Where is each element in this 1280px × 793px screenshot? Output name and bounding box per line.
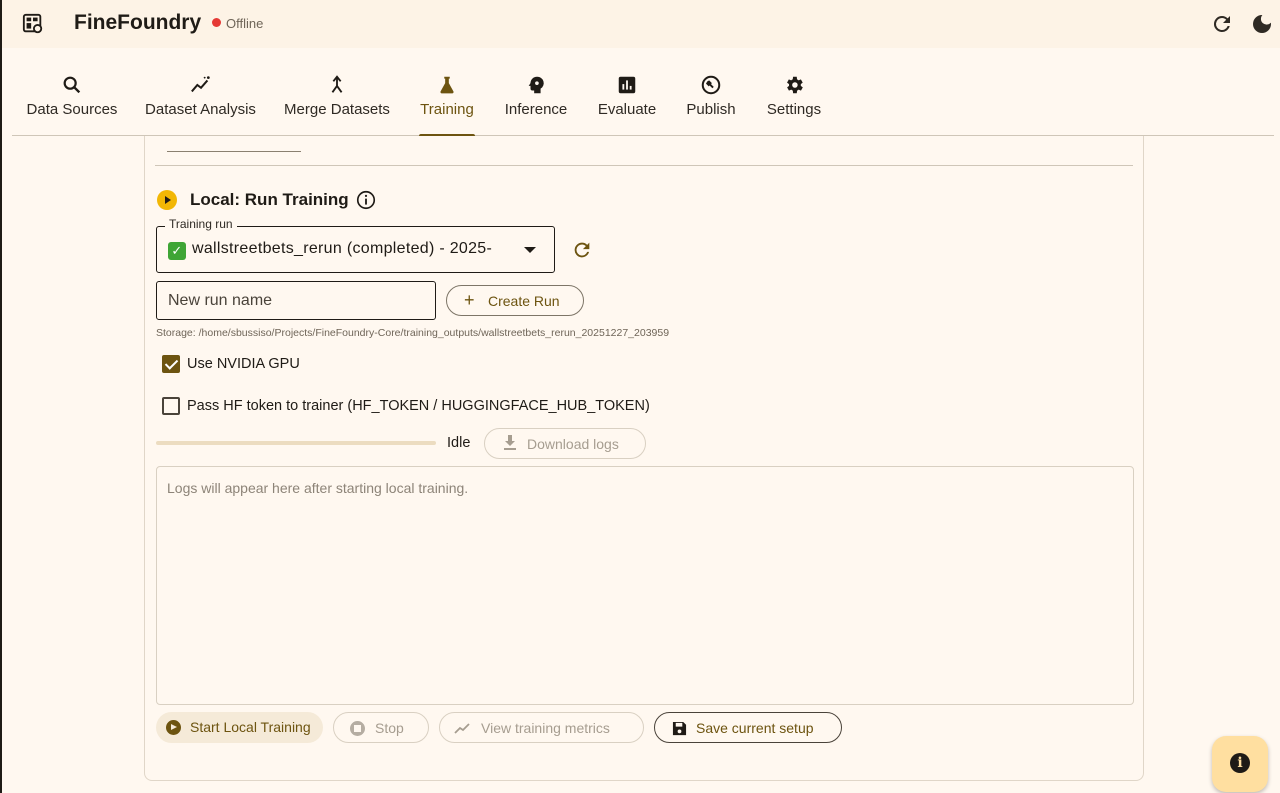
trending-icon — [454, 723, 470, 734]
play-circle-icon — [157, 190, 177, 210]
chart-icon — [618, 76, 636, 94]
training-status: Idle — [447, 435, 471, 451]
create-run-button[interactable]: + Create Run — [446, 285, 584, 316]
flask-icon — [440, 76, 454, 94]
stop-circle-icon — [350, 721, 365, 736]
check-mark-icon: ✓ — [168, 242, 186, 260]
dark-mode-icon[interactable] — [1250, 12, 1274, 36]
tab-dataset-analysis[interactable]: Dataset Analysis — [142, 56, 259, 135]
logs-placeholder: Logs will appear here after starting loc… — [167, 480, 469, 496]
gear-icon — [787, 76, 803, 94]
plus-icon: + — [464, 290, 475, 310]
insights-icon — [190, 76, 210, 93]
info-icon: i — [1230, 753, 1250, 773]
start-training-label: Start Local Training — [190, 719, 311, 735]
dashboard-icon — [22, 13, 43, 34]
use-gpu-checkbox[interactable] — [162, 355, 180, 373]
hf-token-checkbox[interactable] — [162, 397, 180, 415]
build-circle-icon — [701, 75, 721, 95]
divider — [167, 151, 301, 152]
training-run-selected: wallstreetbets_rerun (completed) - 2025- — [192, 240, 493, 257]
save-setup-label: Save current setup — [696, 720, 814, 736]
storage-path: Storage: /home/sbussiso/Projects/FineFou… — [156, 327, 670, 339]
psychology-icon — [528, 76, 544, 94]
training-run-label: Training run — [165, 217, 237, 231]
section-title: Local: Run Training — [190, 190, 349, 209]
merge-icon — [331, 75, 343, 93]
info-icon[interactable] — [355, 189, 377, 211]
tab-label: Data Sources — [26, 101, 118, 118]
training-card: Local: Run Training Training run ✓ wallst… — [144, 136, 1144, 781]
divider — [155, 165, 1133, 166]
training-logs[interactable]: Logs will appear here after starting loc… — [156, 466, 1134, 705]
tab-evaluate[interactable]: Evaluate — [597, 56, 657, 135]
tab-merge-datasets[interactable]: Merge Datasets — [281, 56, 393, 135]
status-dot — [212, 18, 221, 27]
tab-inference[interactable]: Inference — [502, 56, 570, 135]
download-icon — [504, 435, 516, 450]
start-local-training-button[interactable]: Start Local Training — [156, 712, 323, 743]
tab-label: Inference — [504, 101, 568, 118]
view-training-metrics-button[interactable]: View training metrics — [439, 712, 644, 743]
tab-label: Settings — [766, 101, 822, 118]
refresh-runs-icon[interactable] — [571, 239, 593, 261]
refresh-icon[interactable] — [1210, 12, 1234, 36]
app-title: FineFoundry — [74, 11, 202, 34]
download-logs-label: Download logs — [527, 436, 619, 452]
download-logs-button[interactable]: Download logs — [484, 428, 646, 459]
app-bar: FineFoundry Offline — [2, 0, 1280, 48]
save-icon — [672, 721, 687, 736]
tab-label: Merge Datasets — [284, 101, 390, 118]
search-icon — [63, 76, 81, 94]
hf-token-label: Pass HF token to trainer (HF_TOKEN / HUG… — [187, 398, 650, 414]
info-fab-button[interactable]: i — [1212, 736, 1268, 792]
stop-label: Stop — [375, 720, 404, 736]
tab-bar: Data Sources Dataset Analysis Merge Data… — [12, 56, 1274, 137]
create-run-label: Create Run — [488, 293, 560, 309]
status-text: Offline — [226, 16, 264, 31]
tab-label: Publish — [686, 101, 736, 118]
tab-label: Evaluate — [597, 101, 657, 118]
play-circle-icon — [166, 720, 181, 735]
tab-publish[interactable]: Publish — [685, 56, 737, 135]
new-run-name-input[interactable] — [156, 281, 436, 320]
tab-training[interactable]: Training — [419, 56, 475, 137]
training-run-value: ✓ wallstreetbets_rerun (completed) - 2025… — [168, 240, 508, 260]
tab-label: Training — [420, 101, 474, 118]
stop-button[interactable]: Stop — [333, 712, 429, 743]
training-run-select[interactable]: Training run ✓ wallstreetbets_rerun (comp… — [156, 217, 555, 273]
training-progress-bar — [156, 441, 436, 445]
tab-data-sources[interactable]: Data Sources — [22, 56, 122, 135]
use-gpu-label: Use NVIDIA GPU — [187, 356, 300, 372]
tab-settings[interactable]: Settings — [765, 56, 823, 135]
metrics-label: View training metrics — [481, 720, 610, 736]
tab-label: Dataset Analysis — [145, 101, 256, 118]
dropdown-arrow-icon — [524, 247, 536, 253]
save-current-setup-button[interactable]: Save current setup — [654, 712, 842, 743]
